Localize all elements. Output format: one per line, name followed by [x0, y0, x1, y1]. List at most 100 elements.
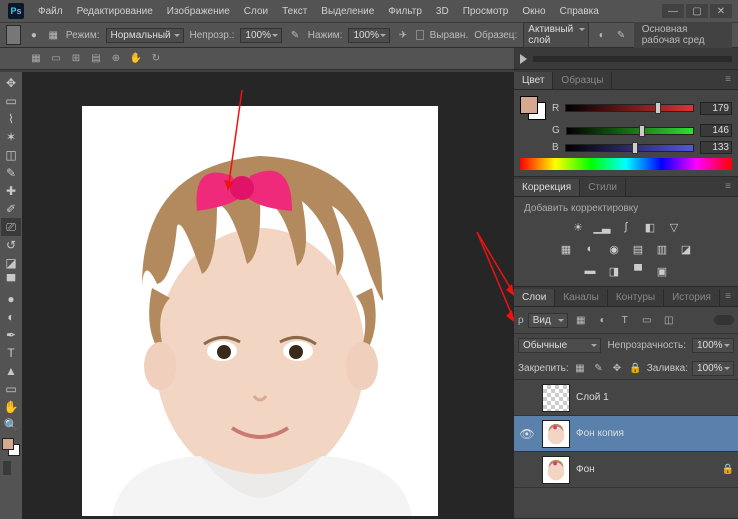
hand-tool[interactable]: ✋	[1, 398, 21, 416]
fg-bg-swatch[interactable]	[2, 438, 20, 456]
shape-tool[interactable]: ▭	[1, 380, 21, 398]
timeline-track[interactable]	[533, 56, 732, 62]
path-select-tool[interactable]: ▲	[1, 362, 21, 380]
g-slider[interactable]	[566, 127, 694, 135]
tool-preset-thumb[interactable]	[6, 25, 21, 45]
adj-gradmap-icon[interactable]: ▀	[628, 262, 648, 280]
opacity-picker[interactable]: 100%	[240, 28, 282, 43]
type-tool[interactable]: T	[1, 344, 21, 362]
quick-select-tool[interactable]: ✶	[1, 128, 21, 146]
adj-exposure-icon[interactable]: ◧	[640, 218, 660, 236]
window-maximize[interactable]: ▢	[686, 4, 708, 18]
mode-dropdown[interactable]: Нормальный	[106, 28, 184, 43]
adj-photo-filter-icon[interactable]: ◉	[604, 240, 624, 258]
flow-picker[interactable]: 100%	[348, 28, 390, 43]
layer-name[interactable]: Фон копия	[576, 428, 624, 439]
window-close[interactable]: ✕	[710, 4, 732, 18]
pen-tool[interactable]: ✒	[1, 326, 21, 344]
filter-toggle[interactable]	[714, 315, 734, 325]
layer-fill[interactable]: 100%	[692, 361, 734, 376]
adj-vibrance-icon[interactable]: ▽	[664, 218, 684, 236]
workspace-picker[interactable]: Основная рабочая сред	[634, 22, 732, 48]
visibility-toggle[interactable]	[518, 389, 536, 407]
menu-select[interactable]: Выделение	[321, 6, 374, 17]
menu-image[interactable]: Изображение	[167, 6, 230, 17]
move-tool[interactable]: ✥	[1, 74, 21, 92]
marquee-tool[interactable]: ▭	[1, 92, 21, 110]
filter-shape-icon[interactable]: ▭	[638, 311, 656, 329]
extras-icon[interactable]: ⊞	[68, 51, 84, 67]
lock-pixels-icon[interactable]: ✎	[591, 359, 606, 377]
canvas[interactable]	[82, 106, 438, 516]
adj-curves-icon[interactable]: ∫	[616, 218, 636, 236]
adj-lookup-icon[interactable]: ▥	[652, 240, 672, 258]
layer-row[interactable]: 👁 Фон копия	[514, 416, 738, 452]
layer-filter-kind[interactable]: Вид	[528, 313, 568, 328]
panel-menu-icon[interactable]: ≡	[722, 73, 734, 85]
healing-tool[interactable]: ✚	[1, 182, 21, 200]
layer-row[interactable]: Фон 🔒	[514, 452, 738, 488]
tab-styles[interactable]: Стили	[580, 179, 626, 196]
layer-opacity[interactable]: 100%	[692, 338, 734, 353]
lasso-tool[interactable]: ⌇	[1, 110, 21, 128]
visibility-toggle[interactable]: 👁	[518, 425, 536, 443]
tab-history[interactable]: История	[664, 289, 720, 306]
ignore-adj-icon[interactable]: ◐	[595, 26, 608, 44]
layer-row[interactable]: Слой 1	[514, 380, 738, 416]
clone-stamp-tool[interactable]: ⎚	[1, 218, 21, 236]
window-minimize[interactable]: —	[662, 4, 684, 18]
adj-bw-icon[interactable]: ◐	[580, 240, 600, 258]
filter-adj-icon[interactable]: ◐	[594, 311, 612, 329]
quickmask-toggle[interactable]	[2, 460, 20, 476]
adj-selective-icon[interactable]: ▣	[652, 262, 672, 280]
tab-color[interactable]: Цвет	[514, 72, 553, 89]
play-icon[interactable]	[520, 54, 527, 64]
zoom-tool[interactable]: 🔍	[1, 416, 21, 434]
panel-menu-icon[interactable]: ≡	[722, 290, 734, 302]
airbrush-icon[interactable]: ✈	[396, 26, 409, 44]
g-value[interactable]: 146	[700, 124, 732, 137]
blur-tool[interactable]: ●	[1, 290, 21, 308]
aligned-checkbox[interactable]	[416, 30, 424, 40]
eyedropper-tool[interactable]: ✎	[1, 164, 21, 182]
adj-posterize-icon[interactable]: ▬	[580, 262, 600, 280]
filter-type-icon[interactable]: T	[616, 311, 634, 329]
dodge-tool[interactable]: ◐	[1, 308, 21, 326]
menu-filter[interactable]: Фильтр	[388, 6, 422, 17]
zoom-icon[interactable]: ⊕	[108, 51, 124, 67]
menu-window[interactable]: Окно	[522, 6, 545, 17]
menu-layer[interactable]: Слои	[244, 6, 268, 17]
lock-position-icon[interactable]: ✥	[610, 359, 625, 377]
adj-chan-mixer-icon[interactable]: ▤	[628, 240, 648, 258]
menu-edit[interactable]: Редактирование	[77, 6, 153, 17]
gradient-tool[interactable]: ▀	[1, 272, 21, 290]
color-spectrum[interactable]	[520, 158, 732, 170]
eraser-tool[interactable]: ◪	[1, 254, 21, 272]
menu-view[interactable]: Просмотр	[463, 6, 509, 17]
guides-icon[interactable]: ▤	[88, 51, 104, 67]
tab-layers[interactable]: Слои	[514, 289, 555, 306]
pressure-opacity-icon[interactable]: ✎	[288, 26, 301, 44]
brush-panel-toggle[interactable]: ▦	[47, 26, 60, 44]
layer-name[interactable]: Слой 1	[576, 392, 609, 403]
adj-levels-icon[interactable]: ▁▃	[592, 218, 612, 236]
menu-type[interactable]: Текст	[282, 6, 307, 17]
menu-help[interactable]: Справка	[560, 6, 599, 17]
layer-name[interactable]: Фон	[576, 464, 595, 475]
pressure-size-icon[interactable]: ✎	[614, 26, 627, 44]
menu-file[interactable]: Файл	[38, 6, 63, 17]
visibility-toggle[interactable]	[518, 461, 536, 479]
menu-3d[interactable]: 3D	[436, 6, 449, 17]
lock-transparent-icon[interactable]: ▦	[573, 359, 588, 377]
arrange-icon[interactable]: ▦	[28, 51, 44, 67]
brush-preset-picker[interactable]: ●	[27, 26, 40, 44]
tab-paths[interactable]: Контуры	[608, 289, 664, 306]
adj-invert-icon[interactable]: ◪	[676, 240, 696, 258]
brush-tool[interactable]: ✐	[1, 200, 21, 218]
filter-smart-icon[interactable]: ◫	[660, 311, 678, 329]
lock-all-icon[interactable]: 🔒	[628, 359, 643, 377]
history-brush-tool[interactable]: ↺	[1, 236, 21, 254]
adj-brightness-icon[interactable]: ☀	[568, 218, 588, 236]
tab-adjustments[interactable]: Коррекция	[514, 179, 580, 196]
r-value[interactable]: 179	[700, 102, 732, 115]
